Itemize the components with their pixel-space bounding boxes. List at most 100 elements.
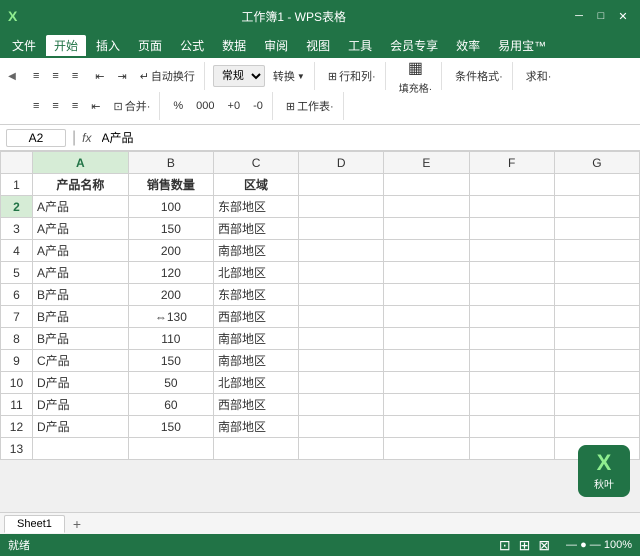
col-header-c[interactable]: C <box>213 152 298 174</box>
cell-f11[interactable] <box>469 394 554 416</box>
percent-btn[interactable]: % <box>168 97 188 115</box>
cell-f2[interactable] <box>469 196 554 218</box>
cell-a4[interactable]: A产品 <box>32 240 128 262</box>
cell-f5[interactable] <box>469 262 554 284</box>
cell-g12[interactable] <box>554 416 639 438</box>
cell-c8[interactable]: 南部地区 <box>213 328 298 350</box>
cell-b1[interactable]: 销售数量 <box>128 174 213 196</box>
menu-efficiency[interactable]: 效率 <box>448 35 488 56</box>
align-left-btn[interactable]: ≡ <box>28 97 44 115</box>
cell-f1[interactable] <box>469 174 554 196</box>
cell-e5[interactable] <box>384 262 469 284</box>
cell-a10[interactable]: D产品 <box>32 372 128 394</box>
zoom-slider[interactable]: — ● — 100% <box>566 539 632 551</box>
cell-f10[interactable] <box>469 372 554 394</box>
worksheet-btn[interactable]: ⊞ 工作表· <box>281 95 339 117</box>
menu-view[interactable]: 视图 <box>298 35 338 56</box>
col-header-f[interactable]: F <box>469 152 554 174</box>
sheet-tab-sheet1[interactable]: Sheet1 <box>4 515 65 533</box>
cell-d7[interactable] <box>299 306 384 328</box>
col-header-d[interactable]: D <box>299 152 384 174</box>
cell-c7[interactable]: 西部地区 <box>213 306 298 328</box>
cell-d12[interactable] <box>299 416 384 438</box>
formula-input[interactable]: A产品 <box>98 130 635 146</box>
cell-c11[interactable]: 西部地区 <box>213 394 298 416</box>
cell-e2[interactable] <box>384 196 469 218</box>
cell-d11[interactable] <box>299 394 384 416</box>
cell-a13[interactable] <box>32 438 128 460</box>
col-header-g[interactable]: G <box>554 152 639 174</box>
menu-insert[interactable]: 插入 <box>88 35 128 56</box>
cell-d8[interactable] <box>299 328 384 350</box>
cell-a11[interactable]: D产品 <box>32 394 128 416</box>
cell-d1[interactable] <box>299 174 384 196</box>
menu-data[interactable]: 数据 <box>214 35 254 56</box>
menu-vip[interactable]: 会员专享 <box>382 35 446 56</box>
cell-a8[interactable]: B产品 <box>32 328 128 350</box>
dec-dec-btn[interactable]: -0 <box>248 97 268 115</box>
cell-g11[interactable] <box>554 394 639 416</box>
cell-f13[interactable] <box>469 438 554 460</box>
cell-c1[interactable]: 区域 <box>213 174 298 196</box>
cell-c9[interactable]: 南部地区 <box>213 350 298 372</box>
cell-f9[interactable] <box>469 350 554 372</box>
add-sheet-btn[interactable]: + <box>67 514 87 534</box>
cell-a2[interactable]: A产品 <box>32 196 128 218</box>
cell-d13[interactable] <box>299 438 384 460</box>
convert-btn[interactable]: 转换 ▼ <box>268 65 310 87</box>
cell-a3[interactable]: A产品 <box>32 218 128 240</box>
cell-e3[interactable] <box>384 218 469 240</box>
cell-reference[interactable]: A2 <box>6 129 66 147</box>
cell-a12[interactable]: D产品 <box>32 416 128 438</box>
cell-c6[interactable]: 东部地区 <box>213 284 298 306</box>
view-select[interactable]: 常规 <box>213 65 265 87</box>
cell-g4[interactable] <box>554 240 639 262</box>
align-center-btn[interactable]: ≡ <box>47 97 63 115</box>
row-col-btn[interactable]: ⊞ 行和列· <box>323 65 381 87</box>
align-middle-btn[interactable]: ≡ <box>47 67 63 85</box>
cell-e9[interactable] <box>384 350 469 372</box>
cell-d3[interactable] <box>299 218 384 240</box>
menu-page[interactable]: 页面 <box>130 35 170 56</box>
cell-d5[interactable] <box>299 262 384 284</box>
cell-g6[interactable] <box>554 284 639 306</box>
cell-a7[interactable]: B产品 <box>32 306 128 328</box>
cell-c10[interactable]: 北部地区 <box>213 372 298 394</box>
maximize-button[interactable]: □ <box>592 7 610 25</box>
cell-g5[interactable] <box>554 262 639 284</box>
cell-a6[interactable]: B产品 <box>32 284 128 306</box>
minimize-button[interactable]: ─ <box>570 7 588 25</box>
cell-e4[interactable] <box>384 240 469 262</box>
cell-e13[interactable] <box>384 438 469 460</box>
cell-f7[interactable] <box>469 306 554 328</box>
close-button[interactable]: ✕ <box>614 7 632 25</box>
indent-decrease-btn[interactable]: ⇤ <box>90 67 109 86</box>
menu-formula[interactable]: 公式 <box>172 35 212 56</box>
cell-d10[interactable] <box>299 372 384 394</box>
cell-a5[interactable]: A产品 <box>32 262 128 284</box>
cell-b2[interactable]: 100 <box>128 196 213 218</box>
cell-a9[interactable]: C产品 <box>32 350 128 372</box>
align-top-btn[interactable]: ≡ <box>28 67 44 85</box>
cell-e7[interactable] <box>384 306 469 328</box>
cell-b13[interactable] <box>128 438 213 460</box>
col-header-e[interactable]: E <box>384 152 469 174</box>
cell-g9[interactable] <box>554 350 639 372</box>
cell-e12[interactable] <box>384 416 469 438</box>
status-view-normal[interactable]: ⊡ <box>499 537 511 554</box>
cell-e10[interactable] <box>384 372 469 394</box>
merge-btn[interactable]: ⊡ 合并· <box>108 95 155 117</box>
cell-c2[interactable]: 东部地区 <box>213 196 298 218</box>
indent-increase-btn[interactable]: ⇥ <box>112 67 131 86</box>
cell-b12[interactable]: 150 <box>128 416 213 438</box>
cell-c13[interactable] <box>213 438 298 460</box>
cell-b8[interactable]: 110 <box>128 328 213 350</box>
cell-f6[interactable] <box>469 284 554 306</box>
cell-b4[interactable]: 200 <box>128 240 213 262</box>
cell-b3[interactable]: 150 <box>128 218 213 240</box>
cell-f12[interactable] <box>469 416 554 438</box>
cell-f4[interactable] <box>469 240 554 262</box>
cell-d4[interactable] <box>299 240 384 262</box>
col-header-b[interactable]: B <box>128 152 213 174</box>
cell-g1[interactable] <box>554 174 639 196</box>
